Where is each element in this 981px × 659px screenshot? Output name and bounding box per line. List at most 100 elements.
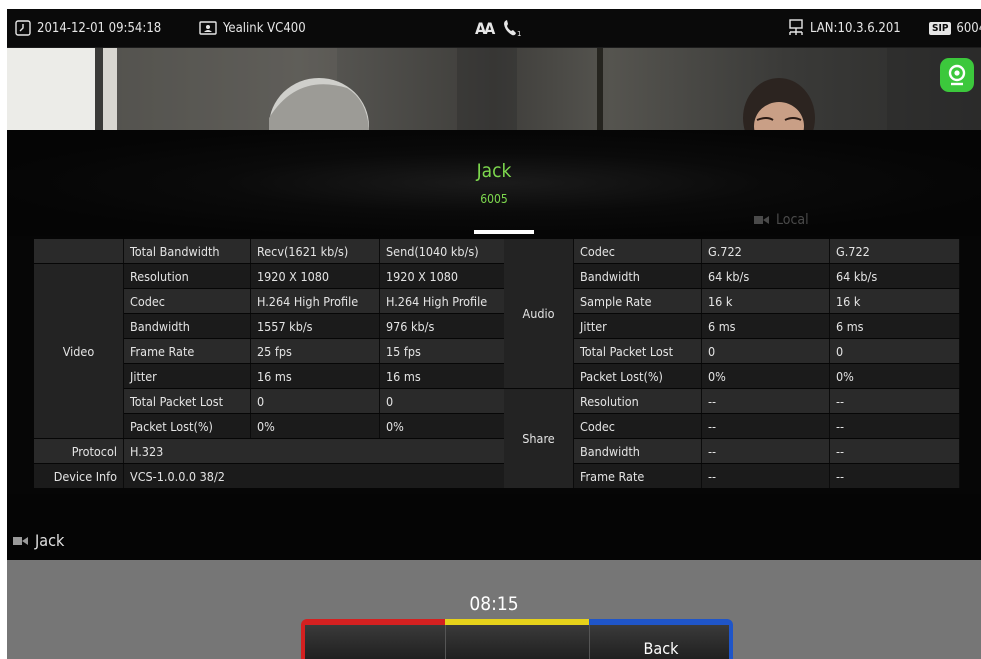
stat-recv-value: 1557 kb/s	[251, 314, 380, 338]
device-info-value: VCS-1.0.0.0 38/2	[124, 464, 515, 488]
call-statistics-panel: Total Bandwidth Recv(1621 kb/s) Send(104…	[7, 236, 981, 494]
stat-send-value: 0%	[380, 414, 515, 438]
stat-label: Codec	[574, 414, 702, 438]
softkey-yellow[interactable]	[445, 619, 589, 659]
stat-recv-value: 16 k	[702, 289, 830, 313]
video-frame-image	[7, 48, 981, 130]
stat-label: Total Packet Lost	[574, 339, 702, 363]
device-info-label: Device Info	[34, 464, 124, 488]
audio-group-label: Audio	[504, 239, 574, 388]
stat-send-value: Send(1040 kb/s)	[380, 239, 515, 263]
stat-label: Resolution	[124, 264, 251, 288]
device-icon	[199, 21, 217, 35]
stat-send-value: 0%	[830, 364, 960, 388]
video-camera-icon	[754, 216, 769, 224]
table-row: Total Bandwidth Recv(1621 kb/s) Send(104…	[34, 239, 515, 263]
protocol-label: Protocol	[34, 439, 124, 463]
network-status: LAN:10.3.6.201	[788, 9, 901, 47]
caller-panel: Jack 6005 Local	[7, 130, 981, 236]
audio-share-stats-table: Audio Codec G.722 G.722 Bandwidth 64 kb/…	[504, 238, 960, 489]
video-stats-table: Total Bandwidth Recv(1621 kb/s) Send(104…	[34, 238, 515, 489]
stat-recv-value: H.264 High Profile	[251, 289, 380, 313]
video-preview-strip	[7, 48, 981, 130]
local-label-text: Local	[776, 212, 809, 228]
camera-icon[interactable]	[940, 58, 974, 92]
stat-recv-value: --	[702, 439, 830, 463]
remote-video-area: Jack	[7, 494, 981, 560]
stat-send-value: H.264 High Profile	[380, 289, 515, 313]
stat-send-value: 0	[830, 339, 960, 363]
stat-send-value: --	[830, 439, 960, 463]
device-name-text: Yealink VC400	[223, 20, 306, 36]
stat-recv-value: 16 ms	[251, 364, 380, 388]
stat-label: Frame Rate	[124, 339, 251, 363]
auto-answer-icon: AA	[475, 18, 495, 38]
call-control-area: 08:15 Back	[7, 560, 981, 659]
datetime-text: 2014-12-01 09:54:18	[37, 20, 162, 36]
stat-recv-value: G.722	[702, 239, 830, 263]
stat-label: Frame Rate	[574, 464, 702, 488]
stat-recv-value: 1920 X 1080	[251, 264, 380, 288]
stat-send-value: 0	[380, 389, 515, 413]
stat-recv-value: 64 kb/s	[702, 264, 830, 288]
status-bar: 2014-12-01 09:54:18 Yealink VC400 AA 1 L…	[7, 9, 981, 48]
auto-answer-status: AA 1	[475, 9, 523, 47]
table-row: Share Resolution -- --	[504, 389, 960, 488]
handset-icon: 1	[504, 20, 522, 38]
stat-recv-value: --	[702, 414, 830, 438]
stat-label: Resolution	[574, 389, 702, 413]
call-timer: 08:15	[469, 593, 519, 615]
stat-label: Bandwidth	[574, 439, 702, 463]
stat-recv-value: --	[702, 389, 830, 413]
stat-label: Packet Lost(%)	[124, 414, 251, 438]
selected-indicator	[474, 230, 534, 234]
share-group-label: Share	[504, 389, 574, 488]
stat-recv-value: 0%	[251, 414, 380, 438]
video-group-label: Video	[34, 264, 124, 438]
stat-label: Bandwidth	[124, 314, 251, 338]
stat-send-value: 16 k	[830, 289, 960, 313]
stat-send-value: 976 kb/s	[380, 314, 515, 338]
stat-send-value: 64 kb/s	[830, 264, 960, 288]
protocol-value: H.323	[124, 439, 515, 463]
back-button-label: Back	[643, 639, 679, 658]
remote-video-label: Jack	[13, 531, 64, 550]
stat-label: Packet Lost(%)	[574, 364, 702, 388]
stat-recv-value: Recv(1621 kb/s)	[251, 239, 380, 263]
softkey-face	[301, 625, 445, 659]
stat-label: Sample Rate	[574, 289, 702, 313]
stat-send-value: 1920 X 1080	[380, 264, 515, 288]
local-video-label: Local	[754, 212, 809, 228]
stat-send-value: --	[830, 389, 960, 413]
stat-label: Total Packet Lost	[124, 389, 251, 413]
stat-recv-value: --	[702, 464, 830, 488]
call-screen: 2014-12-01 09:54:18 Yealink VC400 AA 1 L…	[7, 9, 981, 659]
stat-recv-value: 25 fps	[251, 339, 380, 363]
device-status: Yealink VC400	[199, 9, 306, 47]
stat-recv-value: 0	[251, 389, 380, 413]
caller-name: Jack	[476, 160, 512, 182]
softkey-bar: Back	[301, 619, 733, 659]
video-camera-icon	[13, 536, 28, 545]
stat-recv-value: 0	[702, 339, 830, 363]
back-button[interactable]: Back	[589, 619, 733, 659]
stat-label: Codec	[574, 239, 702, 263]
stat-label: Bandwidth	[574, 264, 702, 288]
clock-icon	[15, 20, 31, 36]
table-row: Protocol H.323	[34, 439, 515, 463]
stat-send-value: --	[830, 414, 960, 438]
svg-text:1: 1	[517, 30, 521, 38]
stat-send-value: 16 ms	[380, 364, 515, 388]
stat-recv-value: 6 ms	[702, 314, 830, 338]
stat-send-value: G.722	[830, 239, 960, 263]
table-row: Video Resolution 1920 X 1080 1920 X 1080	[34, 264, 515, 438]
softkey-face	[445, 625, 589, 659]
stat-send-value: 15 fps	[380, 339, 515, 363]
stat-label: Jitter	[124, 364, 251, 388]
table-cell	[34, 239, 124, 263]
stat-recv-value: 0%	[702, 364, 830, 388]
stat-send-value: 6 ms	[830, 314, 960, 338]
stat-send-value: --	[830, 464, 960, 488]
lan-address-text: LAN:10.3.6.201	[810, 20, 901, 36]
softkey-red[interactable]	[301, 619, 445, 659]
